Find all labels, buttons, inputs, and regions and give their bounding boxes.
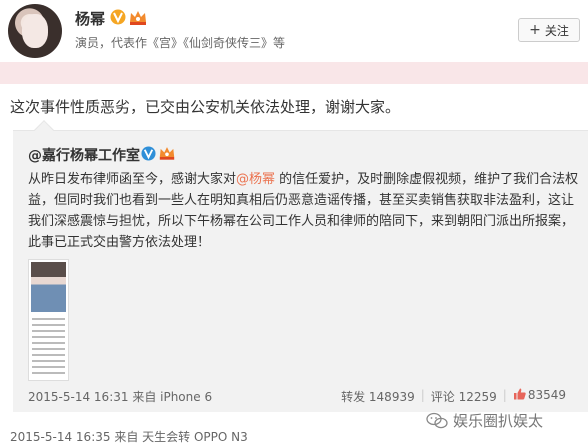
text-line xyxy=(32,372,65,374)
like-count: 83549 xyxy=(527,388,566,402)
thumbs-up-icon xyxy=(513,388,526,400)
watermark-text: 娱乐圈扒娱太 xyxy=(453,412,544,430)
member-crown-icon xyxy=(130,11,146,25)
text-line xyxy=(32,348,65,350)
text-line xyxy=(32,318,65,320)
repost-author[interactable]: @嘉行杨幂工作室 xyxy=(28,145,140,165)
post-text: 这次事件性质恶劣，已交由公安机关依法处理，谢谢大家。 xyxy=(10,98,401,116)
repost-body-text: 从昨日发布律师函至今，感谢大家对 xyxy=(28,172,237,187)
avatar[interactable] xyxy=(8,4,62,58)
photo-thumbnail xyxy=(31,262,66,312)
wechat-icon xyxy=(426,412,448,428)
plus-icon: + xyxy=(529,22,541,38)
repost-pointer xyxy=(34,120,54,140)
post-meta[interactable]: 2015-5-14 16:35 来自 天生会转 OPPO N3 xyxy=(10,428,248,445)
text-line xyxy=(32,324,65,326)
text-line xyxy=(32,342,65,344)
text-line xyxy=(32,366,65,368)
divider: | xyxy=(502,388,507,402)
like-button[interactable]: 83549 xyxy=(513,388,566,405)
profile-header: 杨幂 演员，代表作《宫》《仙剑奇侠传三》等 + 关注 xyxy=(0,0,588,62)
text-line xyxy=(32,360,65,362)
watermark: 娱乐圈扒娱太 xyxy=(426,410,543,431)
verified-icon xyxy=(110,9,126,25)
attached-image[interactable] xyxy=(28,259,69,381)
repost-stats: 转发 148939 | 评论 12259 | 83549 xyxy=(341,388,566,405)
comment-count[interactable]: 评论 12259 xyxy=(431,388,497,405)
mention-link[interactable]: @杨幂 xyxy=(236,172,275,187)
text-line xyxy=(32,330,65,332)
repost-meta[interactable]: 2015-5-14 16:31 来自 iPhone 6 xyxy=(28,388,212,405)
username[interactable]: 杨幂 xyxy=(75,8,105,29)
text-line xyxy=(32,336,65,338)
verified-icon xyxy=(141,146,156,161)
repost-body: 从昨日发布律师函至今，感谢大家对@杨幂 的信任爱护，及时删除虚假视频，维护了我们… xyxy=(28,169,580,253)
follow-button[interactable]: + 关注 xyxy=(518,18,580,42)
repost-count[interactable]: 转发 148939 xyxy=(341,388,415,405)
divider: | xyxy=(420,388,425,402)
text-line xyxy=(32,354,65,356)
profile-description: 演员，代表作《宫》《仙剑奇侠传三》等 xyxy=(75,36,286,50)
member-crown-icon xyxy=(159,147,175,160)
repost-box: @嘉行杨幂工作室 从昨日发布律师函至今，感谢大家对@杨幂 的信任爱护，及时删除虚… xyxy=(13,120,588,412)
follow-label: 关注 xyxy=(544,23,569,38)
divider-bar xyxy=(0,62,588,84)
